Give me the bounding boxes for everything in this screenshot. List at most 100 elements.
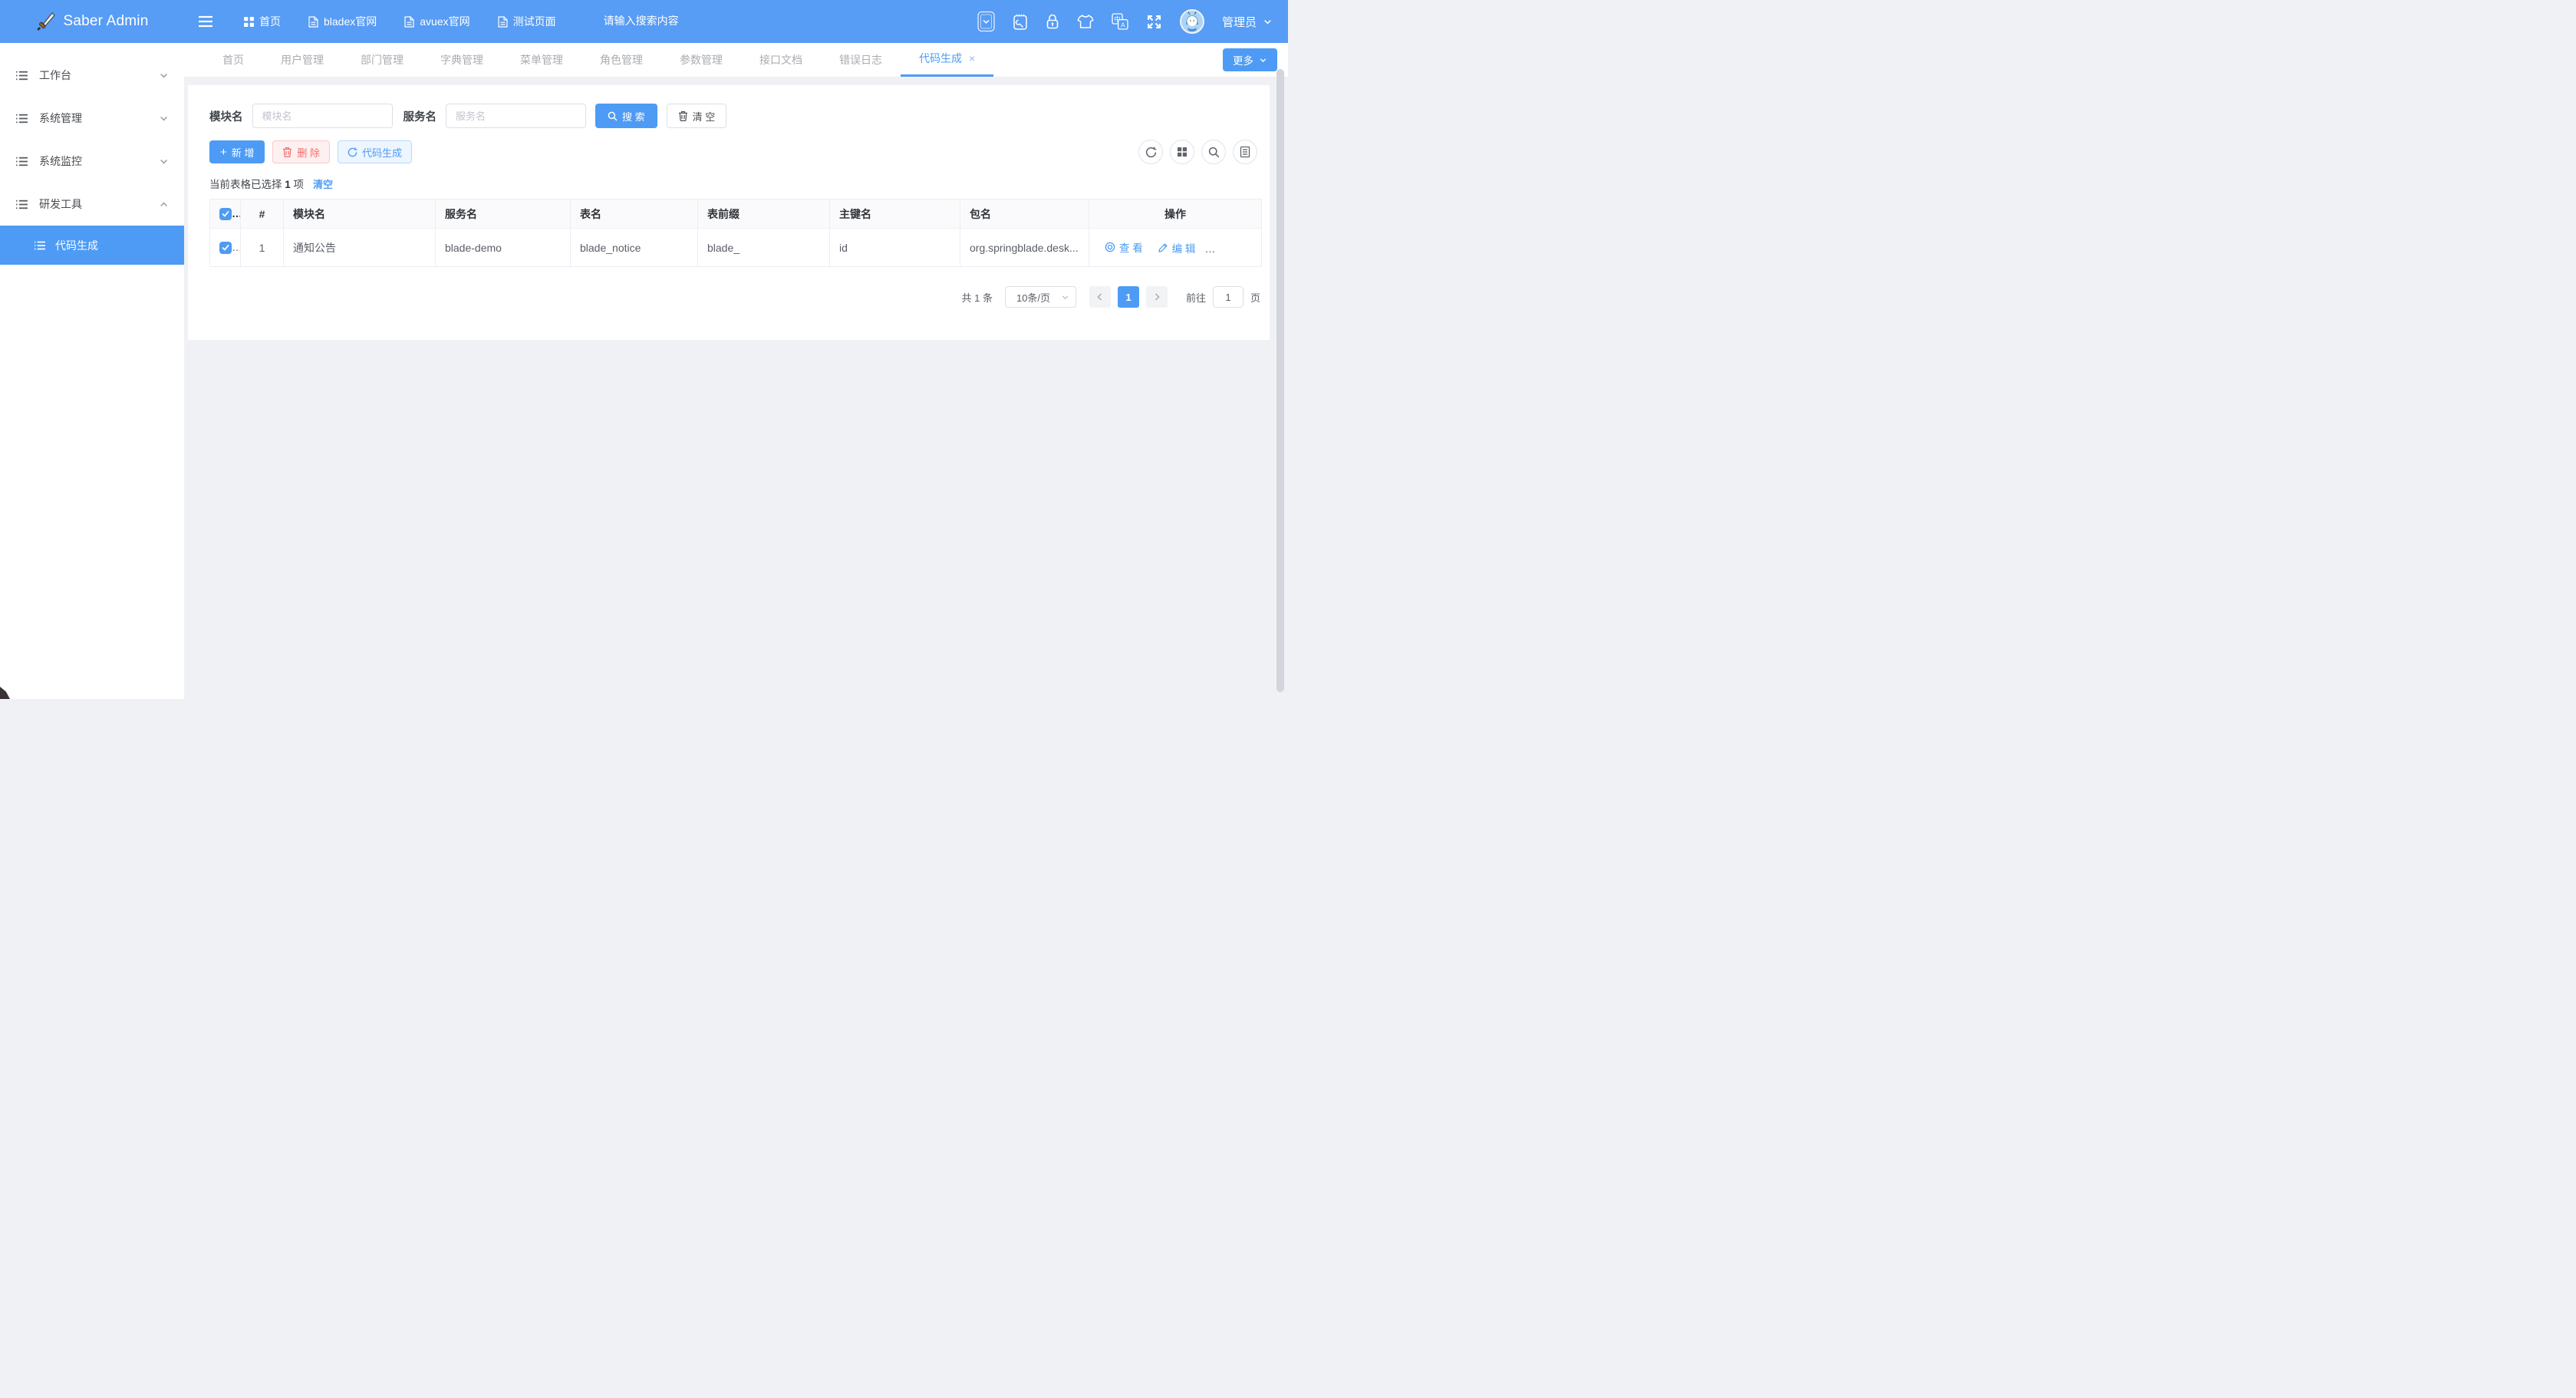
filter-form: 模块名 服务名 搜 索 清 空 <box>209 104 1262 128</box>
sword-logo-icon <box>36 12 56 31</box>
prev-page-button[interactable] <box>1089 286 1111 308</box>
header-nav-label: 测试页面 <box>513 14 556 29</box>
chevron-down-icon <box>159 71 169 81</box>
cell-pk: id <box>830 229 960 267</box>
document-lines-icon <box>1240 146 1250 158</box>
table-row[interactable]: 1 通知公告 blade-demo blade_notice blade_ id… <box>210 229 1262 267</box>
page-size-select[interactable]: 10条/页 <box>1005 286 1076 308</box>
header-nav-label: bladex官网 <box>324 14 377 29</box>
sidebar-item-label: 系统监控 <box>39 153 82 169</box>
more-button[interactable]: 更多 <box>1223 48 1277 71</box>
delete-button-label: 删 除 <box>297 145 320 160</box>
col-header-table: 表名 <box>571 199 698 229</box>
tab-api-docs[interactable]: 接口文档 <box>741 43 821 77</box>
tab-param-mgmt[interactable]: 参数管理 <box>661 43 741 77</box>
tab-dict-mgmt[interactable]: 字典管理 <box>422 43 502 77</box>
view-icon <box>1105 242 1115 252</box>
trash-icon <box>1211 242 1220 252</box>
column-settings-button[interactable] <box>1170 140 1194 164</box>
header-nav-bladex[interactable]: bladex官网 <box>308 14 377 29</box>
refresh-circle-button[interactable] <box>1138 140 1163 164</box>
tab-dept-mgmt[interactable]: 部门管理 <box>342 43 422 77</box>
add-button[interactable]: + 新 增 <box>209 140 265 163</box>
user-avatar[interactable] <box>1180 9 1204 34</box>
code-generate-button[interactable]: 代码生成 <box>338 140 412 163</box>
clear-button-label: 清 空 <box>693 109 716 124</box>
user-menu[interactable]: 管理员 <box>1222 14 1273 30</box>
language-translate-icon[interactable]: 中A <box>1112 13 1128 30</box>
debug-tool-icon[interactable] <box>1013 13 1028 31</box>
search-icon <box>608 111 618 121</box>
edit-link[interactable]: 编 辑 <box>1158 240 1196 256</box>
cell-package: org.springblade.desk... <box>960 229 1089 267</box>
service-name-input[interactable] <box>446 104 586 128</box>
col-header-service: 服务名 <box>436 199 571 229</box>
vertical-scrollbar[interactable] <box>1276 69 1284 692</box>
grid-icon <box>244 17 254 27</box>
sidebar-item-dev-tools[interactable]: 研发工具 <box>0 183 184 226</box>
delete-link-label: 删 除 <box>1224 239 1248 255</box>
view-link[interactable]: 查 看 <box>1105 239 1143 255</box>
page-size-value: 10条/页 <box>1016 290 1050 305</box>
sidebar-item-label: 研发工具 <box>39 196 82 212</box>
chevron-down-icon <box>1061 293 1069 302</box>
menu-list-icon <box>15 112 28 125</box>
close-icon[interactable]: × <box>969 43 975 74</box>
fullscreen-icon[interactable] <box>1146 14 1162 30</box>
col-header-prefix: 表前缀 <box>698 199 830 229</box>
clear-selection-link[interactable]: 清空 <box>313 176 333 191</box>
tab-role-mgmt[interactable]: 角色管理 <box>581 43 661 77</box>
header-nav-test[interactable]: 测试页面 <box>498 14 556 29</box>
document-icon <box>498 16 508 28</box>
collapse-menu-icon[interactable] <box>198 15 213 28</box>
tab-code-generation[interactable]: 代码生成 × <box>901 43 993 77</box>
search-icon <box>1208 147 1220 158</box>
menu-list-icon <box>34 239 46 252</box>
chevron-up-icon <box>159 199 169 209</box>
main-area: 首页 用户管理 部门管理 字典管理 菜单管理 角色管理 参数管理 接口文档 错误… <box>184 43 1288 699</box>
select-all-checkbox[interactable] <box>219 208 232 220</box>
cell-actions: 查 看 编 辑 删 除 <box>1089 229 1262 267</box>
export-doc-button[interactable] <box>1233 140 1257 164</box>
tab-home[interactable]: 首页 <box>204 43 262 77</box>
module-name-input[interactable] <box>252 104 393 128</box>
sidebar-item-label: 代码生成 <box>55 238 98 253</box>
content-card: 模块名 服务名 搜 索 清 空 + 新 增 <box>188 85 1270 340</box>
header-nav-avuex[interactable]: avuex官网 <box>404 14 469 29</box>
delete-link[interactable]: 删 除 <box>1211 239 1248 255</box>
menu-list-icon <box>15 155 28 168</box>
tab-label: 代码生成 <box>919 43 962 74</box>
row-checkbox[interactable] <box>219 242 232 254</box>
tab-user-mgmt[interactable]: 用户管理 <box>262 43 342 77</box>
chevron-down-icon <box>159 157 169 167</box>
cell-table: blade_notice <box>571 229 698 267</box>
header-actions: 中A 管理员 <box>977 9 1273 34</box>
current-page-button[interactable]: 1 <box>1118 286 1139 308</box>
sidebar-item-workbench[interactable]: 工作台 <box>0 54 184 97</box>
col-header-actions: 操作 <box>1089 199 1262 229</box>
header-search-input[interactable] <box>604 15 749 27</box>
lock-icon[interactable] <box>1046 13 1059 30</box>
header-nav-home[interactable]: 首页 <box>244 14 281 29</box>
add-button-label: 新 增 <box>232 145 255 160</box>
document-icon <box>404 16 414 28</box>
tab-menu-mgmt[interactable]: 菜单管理 <box>502 43 581 77</box>
chevron-down-icon <box>1263 17 1273 27</box>
username: 管理员 <box>1222 14 1257 30</box>
next-page-button[interactable] <box>1146 286 1168 308</box>
sidebar-item-code-generation[interactable]: 代码生成 <box>0 226 184 265</box>
goto-page-input[interactable] <box>1213 286 1244 308</box>
sidebar-item-label: 工作台 <box>39 68 71 83</box>
theme-shirt-icon[interactable] <box>1077 14 1094 29</box>
clear-filters-button[interactable]: 清 空 <box>667 104 727 128</box>
selection-prefix: 当前表格已选择 <box>209 179 282 190</box>
delete-button[interactable]: 删 除 <box>272 140 330 163</box>
refresh-icon <box>1145 147 1157 158</box>
sidebar-item-system-mgmt[interactable]: 系统管理 <box>0 97 184 140</box>
tab-error-log[interactable]: 错误日志 <box>821 43 901 77</box>
search-toggle-button[interactable] <box>1201 140 1226 164</box>
sidebar-item-system-monitor[interactable]: 系统监控 <box>0 140 184 183</box>
search-button[interactable]: 搜 索 <box>595 104 657 128</box>
collapse-panel-icon[interactable] <box>977 11 995 32</box>
cell-prefix: blade_ <box>698 229 830 267</box>
